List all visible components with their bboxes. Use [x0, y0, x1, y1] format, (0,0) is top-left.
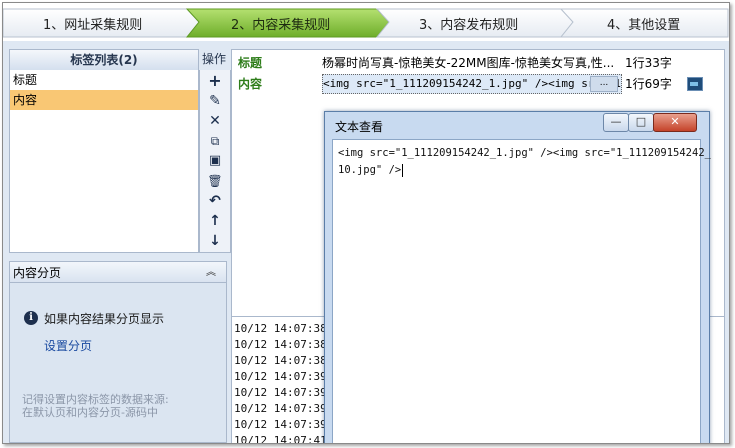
result-label-content: 内容: [238, 77, 263, 91]
wizard-step-content-rules[interactable]: 2、内容采集规则: [231, 14, 330, 33]
minimize-button[interactable]: —: [603, 113, 629, 132]
wizard-step-publish-rules[interactable]: 3、内容发布规则: [419, 14, 518, 33]
delete-icon[interactable]: ✕: [206, 112, 224, 130]
result-label-title: 标题: [238, 56, 263, 70]
ops-header: 操作: [201, 52, 226, 66]
tag-list-header: 标签列表(2): [9, 49, 199, 71]
close-button[interactable]: ✕: [653, 113, 697, 132]
set-pagination-link[interactable]: 设置分页: [44, 337, 92, 354]
result-count-content: 1行69字: [625, 77, 672, 91]
log-line: 10/12 14:07:41: [234, 434, 327, 444]
result-row-content[interactable]: 内容 <img src="1_111209154242_1.jpg" /><im…: [232, 74, 724, 94]
result-value-content[interactable]: <img src="1_111209154242_1.jpg" /><img s…: [322, 74, 622, 94]
pagination-header: 内容分页 ︽: [9, 261, 227, 283]
collapse-icon[interactable]: ︽: [206, 262, 216, 284]
log-line: 10/12 14:07:39: [234, 370, 327, 383]
pagination-title: 内容分页: [13, 266, 62, 280]
tag-item-content[interactable]: 内容: [10, 90, 198, 110]
result-value-title: 杨幂时尚写真-惊艳美女-22MM图库-惊艳美女写真,性...: [322, 56, 615, 70]
ops-toolbar: + ✎ ✕ ⧉ ▣ 🗑 ↶ ↑ ↓: [199, 70, 231, 253]
dialog-title: 文本查看: [335, 120, 384, 134]
log-line: 10/12 14:07:38: [234, 338, 327, 351]
wizard-steps: 1、网址采集规则 2、内容采集规则 3、内容发布规则 4、其他设置: [3, 3, 729, 41]
log-line: 10/12 14:07:39: [234, 418, 327, 431]
move-up-icon[interactable]: ↑: [206, 212, 224, 230]
trash-icon[interactable]: 🗑: [206, 172, 224, 190]
left-panel: 标签列表(2) 标题 内容 操作 + ✎ ✕ ⧉ ▣ 🗑 ↶ ↑ ↓ 内容分页 …: [9, 49, 231, 443]
add-icon[interactable]: +: [206, 72, 224, 90]
log-line: 10/12 14:07:38: [234, 354, 327, 367]
log-line: 10/12 14:07:39: [234, 402, 327, 415]
tag-item-title[interactable]: 标题: [10, 70, 198, 90]
expand-button[interactable]: ...: [590, 76, 618, 92]
wizard-step-url-rules[interactable]: 1、网址采集规则: [43, 14, 142, 33]
undo-icon[interactable]: ↶: [206, 192, 224, 210]
image-preview-icon[interactable]: [687, 77, 703, 91]
result-value-content-text: <img src="1_111209154242_1.jpg" /><img s…: [323, 77, 622, 90]
log-line: 10/12 14:07:38: [234, 322, 327, 335]
text-viewer-dialog: 文本查看 — □ ✕ <img src="1_111209154242_1.jp…: [324, 111, 711, 443]
tag-list: 标题 内容: [9, 70, 199, 253]
dialog-text-area[interactable]: <img src="1_111209154242_1.jpg" /><img s…: [332, 139, 711, 443]
dialog-text: <img src="1_111209154242_1.jpg" /><img s…: [338, 147, 711, 177]
result-row-title[interactable]: 标题 杨幂时尚写真-惊艳美女-22MM图库-惊艳美女写真,性... 1行33字: [232, 53, 724, 73]
app-window: 1、网址采集规则 2、内容采集规则 3、内容发布规则 4、其他设置 标签列表(2…: [2, 2, 730, 444]
edit-icon[interactable]: ✎: [206, 92, 224, 110]
text-cursor: [402, 163, 404, 177]
pagination-info: 如果内容结果分页显示: [44, 312, 165, 326]
maximize-button[interactable]: □: [628, 113, 654, 132]
pagination-panel: i 如果内容结果分页显示 设置分页 记得设置内容标签的数据来源: 在默认页和内容…: [9, 283, 227, 443]
wizard-step-other-settings[interactable]: 4、其他设置: [607, 14, 680, 33]
log-line: 10/12 14:07:39: [234, 386, 327, 399]
pagination-note: 记得设置内容标签的数据来源: 在默认页和内容分页-源码中: [22, 393, 169, 419]
copy-icon[interactable]: ⧉: [206, 132, 224, 150]
move-down-icon[interactable]: ↓: [206, 232, 224, 250]
result-count-title: 1行33字: [625, 56, 672, 70]
paste-icon[interactable]: ▣: [206, 152, 224, 170]
info-icon: i: [24, 311, 38, 325]
